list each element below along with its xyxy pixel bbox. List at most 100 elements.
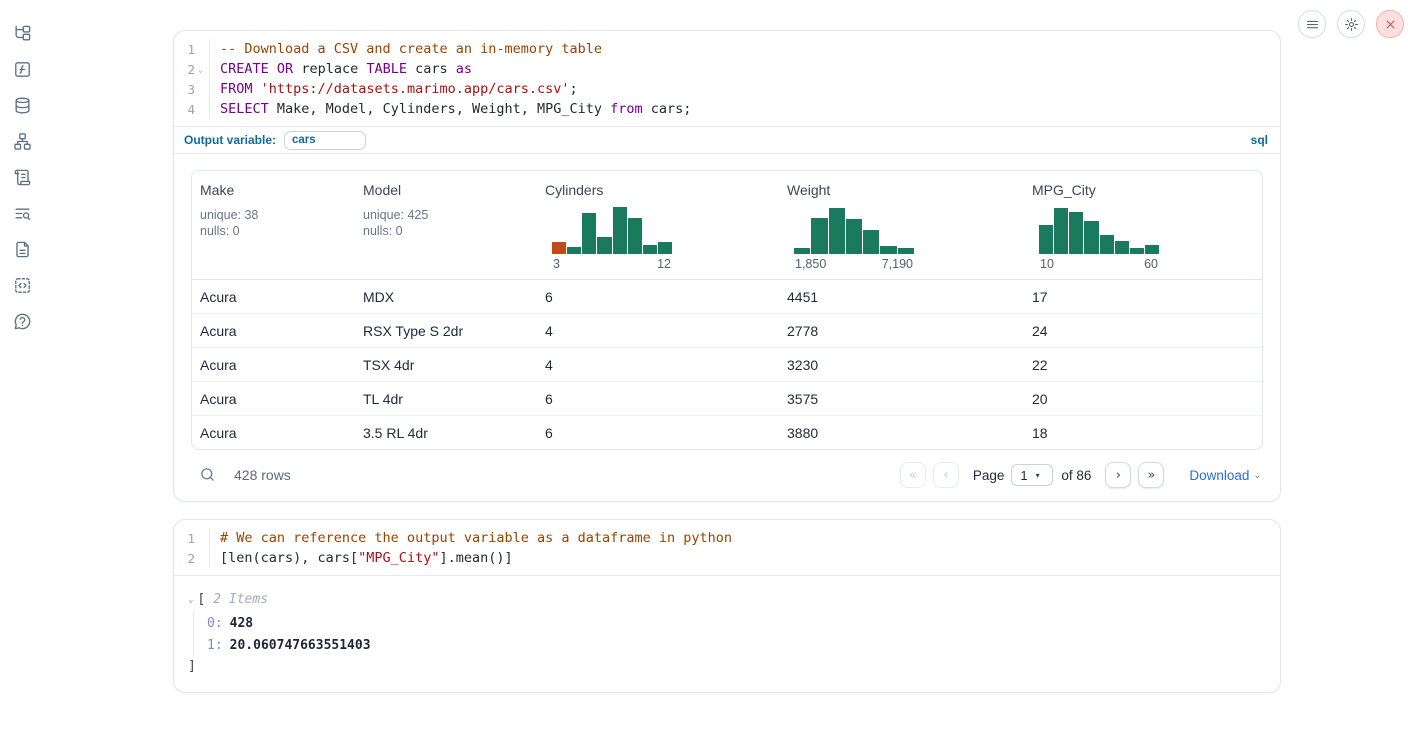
python-code[interactable]: # We can reference the output variable a… bbox=[210, 528, 1280, 568]
line-number: 1 bbox=[187, 531, 195, 546]
search-button[interactable] bbox=[199, 466, 217, 484]
sql-code[interactable]: -- Download a CSV and create an in-memor… bbox=[210, 39, 1280, 119]
column-header-model[interactable]: Model unique: 425 nulls: 0 bbox=[355, 171, 537, 279]
table-row[interactable]: Acura TL 4dr 6 3575 20 bbox=[192, 382, 1262, 416]
next-page-button[interactable]: › bbox=[1105, 462, 1131, 488]
table-cell: 2778 bbox=[779, 314, 1024, 347]
code-line: # We can reference the output variable a… bbox=[220, 528, 1280, 548]
code-line: [len(cars), cars["MPG_City"].mean()] bbox=[220, 548, 1280, 568]
tree-children: 0: 428 1: 20.060747663551403 bbox=[193, 612, 1264, 656]
table-row[interactable]: Acura 3.5 RL 4dr 6 3880 18 bbox=[192, 416, 1262, 449]
tree-collapse-chevron-icon[interactable]: ⌄ bbox=[188, 595, 193, 605]
settings-button[interactable] bbox=[1337, 10, 1365, 38]
code-line: -- Download a CSV and create an in-memor… bbox=[220, 39, 1280, 59]
table-cell: 17 bbox=[1024, 280, 1263, 313]
sidebar bbox=[0, 0, 44, 729]
item-value: 20.060747663551403 bbox=[230, 638, 371, 653]
column-header-make[interactable]: Make unique: 38 nulls: 0 bbox=[192, 171, 355, 279]
chevron-down-icon: ⌄ bbox=[1253, 470, 1261, 481]
list-item: 0: 428 bbox=[207, 612, 1264, 634]
table-cell: 24 bbox=[1024, 314, 1263, 347]
histogram-min-label: 10 bbox=[1040, 257, 1054, 271]
table-row[interactable]: Acura RSX Type S 2dr 4 2778 24 bbox=[192, 314, 1262, 348]
download-button[interactable]: Download ⌄ bbox=[1189, 468, 1261, 483]
table-cell: 20 bbox=[1024, 382, 1263, 415]
data-table: Make unique: 38 nulls: 0 Model unique: 4… bbox=[191, 170, 1263, 450]
previous-page-button[interactable]: ‹ bbox=[933, 462, 959, 488]
table-cell: 4451 bbox=[779, 280, 1024, 313]
sql-cell: 1 2⌄ 3 4 -- Download a CSV and create an… bbox=[173, 30, 1281, 502]
column-unique-stat: unique: 38 bbox=[200, 207, 347, 223]
table-cell: Acura bbox=[192, 348, 355, 381]
documentation-panel-icon[interactable] bbox=[12, 239, 32, 259]
table-cell: 6 bbox=[537, 382, 779, 415]
table-cell: Acura bbox=[192, 314, 355, 347]
logs-panel-icon[interactable] bbox=[12, 167, 32, 187]
snippets-panel-icon[interactable] bbox=[12, 275, 32, 295]
histogram-min-label: 1,850 bbox=[795, 257, 826, 271]
column-nulls-stat: nulls: 0 bbox=[363, 223, 529, 239]
fold-chevron-icon[interactable]: ⌄ bbox=[195, 65, 206, 74]
line-number-gutter: 1 2 bbox=[174, 528, 210, 568]
table-cell: 6 bbox=[537, 416, 779, 449]
column-header-mpg-city[interactable]: MPG_City 10 60 bbox=[1024, 171, 1263, 279]
first-page-button[interactable]: « bbox=[900, 462, 926, 488]
page-select[interactable]: 1 ▾ bbox=[1011, 464, 1053, 486]
language-badge: sql bbox=[1251, 133, 1268, 147]
histogram-max-label: 12 bbox=[657, 257, 671, 271]
shutdown-button[interactable] bbox=[1376, 10, 1404, 38]
histogram-min-label: 3 bbox=[553, 257, 560, 271]
sql-editor[interactable]: 1 2⌄ 3 4 -- Download a CSV and create an… bbox=[174, 31, 1280, 126]
data-sources-panel-icon[interactable] bbox=[12, 95, 32, 115]
output-variable-input[interactable] bbox=[284, 131, 366, 150]
table-cell: 22 bbox=[1024, 348, 1263, 381]
dependency-graph-panel-icon[interactable] bbox=[12, 131, 32, 151]
help-panel-icon[interactable] bbox=[12, 311, 32, 331]
gear-icon bbox=[1344, 17, 1359, 32]
file-explorer-icon[interactable] bbox=[12, 23, 32, 43]
items-count-label: 2 Items bbox=[213, 592, 268, 607]
page-label: Page bbox=[973, 468, 1005, 483]
open-bracket: [ bbox=[197, 592, 205, 607]
line-number-gutter: 1 2⌄ 3 4 bbox=[174, 39, 210, 119]
line-number: 2 bbox=[187, 551, 195, 566]
table-cell: MDX bbox=[355, 280, 537, 313]
table-cell: 3230 bbox=[779, 348, 1024, 381]
table-cell: TSX 4dr bbox=[355, 348, 537, 381]
variables-panel-icon[interactable] bbox=[12, 59, 32, 79]
close-bracket: ] bbox=[188, 656, 1264, 676]
search-panel-icon[interactable] bbox=[12, 203, 32, 223]
python-editor[interactable]: 1 2 # We can reference the output variab… bbox=[174, 520, 1280, 575]
output-variable-bar: Output variable: sql bbox=[174, 126, 1280, 154]
item-key: 0: bbox=[207, 616, 223, 631]
column-header-cylinders[interactable]: Cylinders 3 12 bbox=[537, 171, 779, 279]
search-icon bbox=[199, 466, 216, 483]
table-row[interactable]: Acura TSX 4dr 4 3230 22 bbox=[192, 348, 1262, 382]
cylinders-histogram bbox=[552, 206, 672, 254]
menu-button[interactable] bbox=[1298, 10, 1326, 38]
weight-histogram bbox=[794, 206, 914, 254]
line-number: 4 bbox=[187, 102, 195, 117]
top-right-controls bbox=[1298, 10, 1404, 38]
table-cell: Acura bbox=[192, 416, 355, 449]
page-select-value: 1 bbox=[1020, 468, 1027, 483]
code-line: CREATE OR replace TABLE cars as bbox=[220, 59, 1280, 79]
menu-icon bbox=[1305, 17, 1320, 32]
list-item: 1: 20.060747663551403 bbox=[207, 634, 1264, 656]
pagination: « ‹ Page 1 ▾ of 86 › » Download ⌄ bbox=[900, 462, 1261, 488]
table-cell: 4 bbox=[537, 314, 779, 347]
code-line: SELECT Make, Model, Cylinders, Weight, M… bbox=[220, 99, 1280, 119]
table-cell: Acura bbox=[192, 280, 355, 313]
row-count: 428 rows bbox=[234, 467, 291, 483]
column-header-weight[interactable]: Weight 1,850 7,190 bbox=[779, 171, 1024, 279]
table-row[interactable]: Acura MDX 6 4451 17 bbox=[192, 280, 1262, 314]
histogram-max-label: 7,190 bbox=[882, 257, 913, 271]
last-page-button[interactable]: » bbox=[1138, 462, 1164, 488]
line-number: 1 bbox=[187, 42, 195, 57]
table-cell: 4 bbox=[537, 348, 779, 381]
table-cell: 18 bbox=[1024, 416, 1263, 449]
table-cell: Acura bbox=[192, 382, 355, 415]
close-icon bbox=[1383, 17, 1398, 32]
chevron-down-icon: ▾ bbox=[1036, 471, 1040, 480]
python-cell: 1 2 # We can reference the output variab… bbox=[173, 519, 1281, 693]
